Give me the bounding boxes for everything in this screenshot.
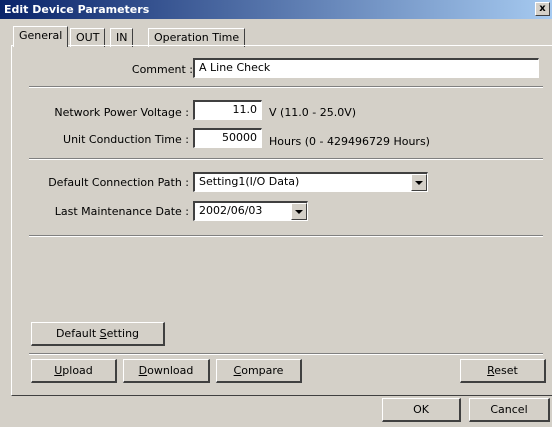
connection-path-select[interactable]: Setting1(I/O Data) — [193, 172, 428, 192]
tab-in-label: IN — [116, 31, 128, 44]
comment-label: Comment : — [131, 63, 193, 76]
default-setting-button[interactable]: Default Setting — [31, 322, 165, 346]
conduction-time-range: Hours (0 - 429496729 Hours) — [269, 135, 430, 148]
upload-button[interactable]: Upload — [31, 359, 117, 383]
default-setting-label-prefix: Default — [55, 327, 100, 340]
voltage-label: Network Power Voltage : — [54, 106, 189, 119]
default-setting-mnemonic: S — [99, 327, 107, 340]
tab-general[interactable]: General — [13, 26, 69, 47]
voltage-range: V (11.0 - 25.0V) — [269, 106, 357, 119]
default-setting-label-rest: etting — [106, 327, 140, 340]
ok-button[interactable]: OK — [382, 398, 461, 422]
conduction-time-field[interactable]: 50000 — [193, 128, 262, 148]
separator — [29, 86, 543, 88]
reset-button[interactable]: Reset — [460, 359, 546, 383]
maintenance-date-label: Last Maintenance Date : — [54, 205, 189, 218]
chevron-down-icon[interactable] — [291, 203, 307, 220]
chevron-down-icon[interactable] — [411, 174, 427, 191]
voltage-field[interactable]: 11.0 — [193, 100, 262, 120]
close-icon[interactable]: x — [535, 2, 550, 16]
tab-operation-time-label: Operation Time — [154, 31, 240, 44]
download-label: ownload — [147, 364, 194, 377]
maintenance-date-value: 2002/06/03 — [199, 204, 263, 217]
maintenance-date-picker[interactable]: 2002/06/03 — [193, 201, 308, 221]
window-title: Edit Device Parameters — [4, 3, 150, 16]
separator — [29, 158, 543, 160]
comment-field[interactable]: A Line Check — [193, 58, 539, 78]
compare-label: ompare — [241, 364, 284, 377]
reset-label: eset — [494, 364, 518, 377]
conduction-time-label: Unit Conduction Time : — [63, 133, 189, 146]
connection-path-label: Default Connection Path : — [48, 176, 189, 189]
general-panel: Comment : A Line Check Network Power Vol… — [11, 45, 552, 396]
connection-path-value: Setting1(I/O Data) — [199, 175, 300, 188]
tab-general-label: General — [19, 29, 63, 42]
tab-out-label: OUT — [76, 31, 100, 44]
download-mnemonic: D — [138, 364, 148, 377]
separator — [29, 353, 543, 355]
cancel-button[interactable]: Cancel — [469, 398, 550, 422]
title-bar: Edit Device Parameters x — [0, 0, 552, 19]
separator — [29, 235, 543, 237]
compare-button[interactable]: Compare — [216, 359, 302, 383]
download-button[interactable]: Download — [123, 359, 210, 383]
upload-label: pload — [62, 364, 93, 377]
